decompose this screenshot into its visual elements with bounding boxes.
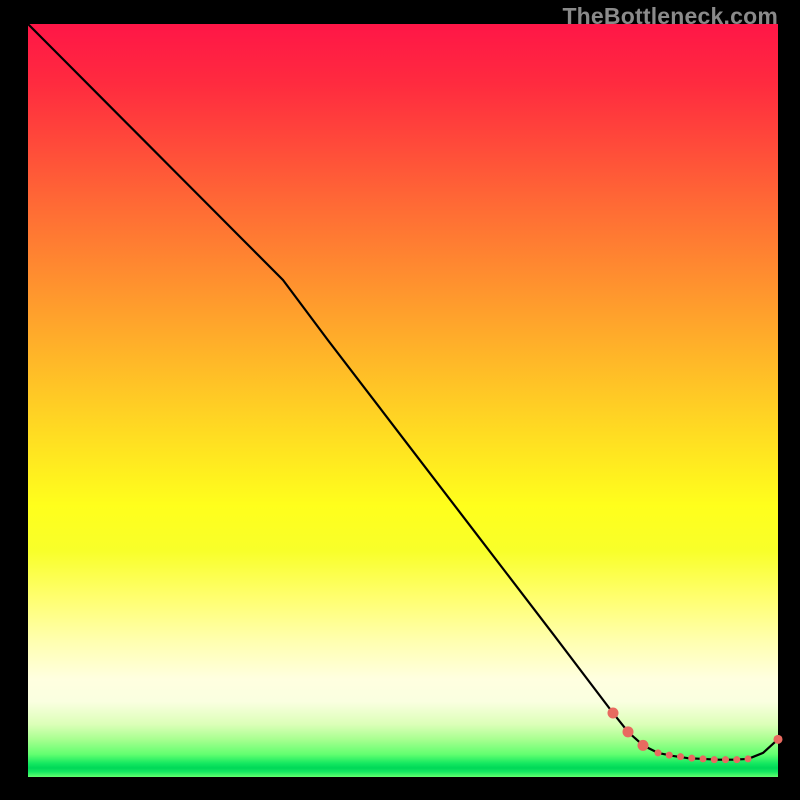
chart-container: TheBottleneck.com — [0, 0, 800, 800]
data-marker — [745, 755, 752, 762]
data-marker — [666, 752, 673, 759]
data-marker — [774, 735, 783, 744]
data-marker — [722, 756, 729, 763]
data-marker — [608, 708, 619, 719]
data-marker — [638, 740, 649, 751]
plot-area — [28, 24, 778, 777]
series-line — [28, 24, 778, 760]
data-marker — [677, 753, 684, 760]
data-marker — [623, 726, 634, 737]
chart-svg — [28, 24, 778, 777]
data-marker — [655, 749, 662, 756]
data-marker — [711, 756, 718, 763]
data-marker — [700, 755, 707, 762]
data-marker — [688, 755, 695, 762]
data-marker — [733, 756, 740, 763]
